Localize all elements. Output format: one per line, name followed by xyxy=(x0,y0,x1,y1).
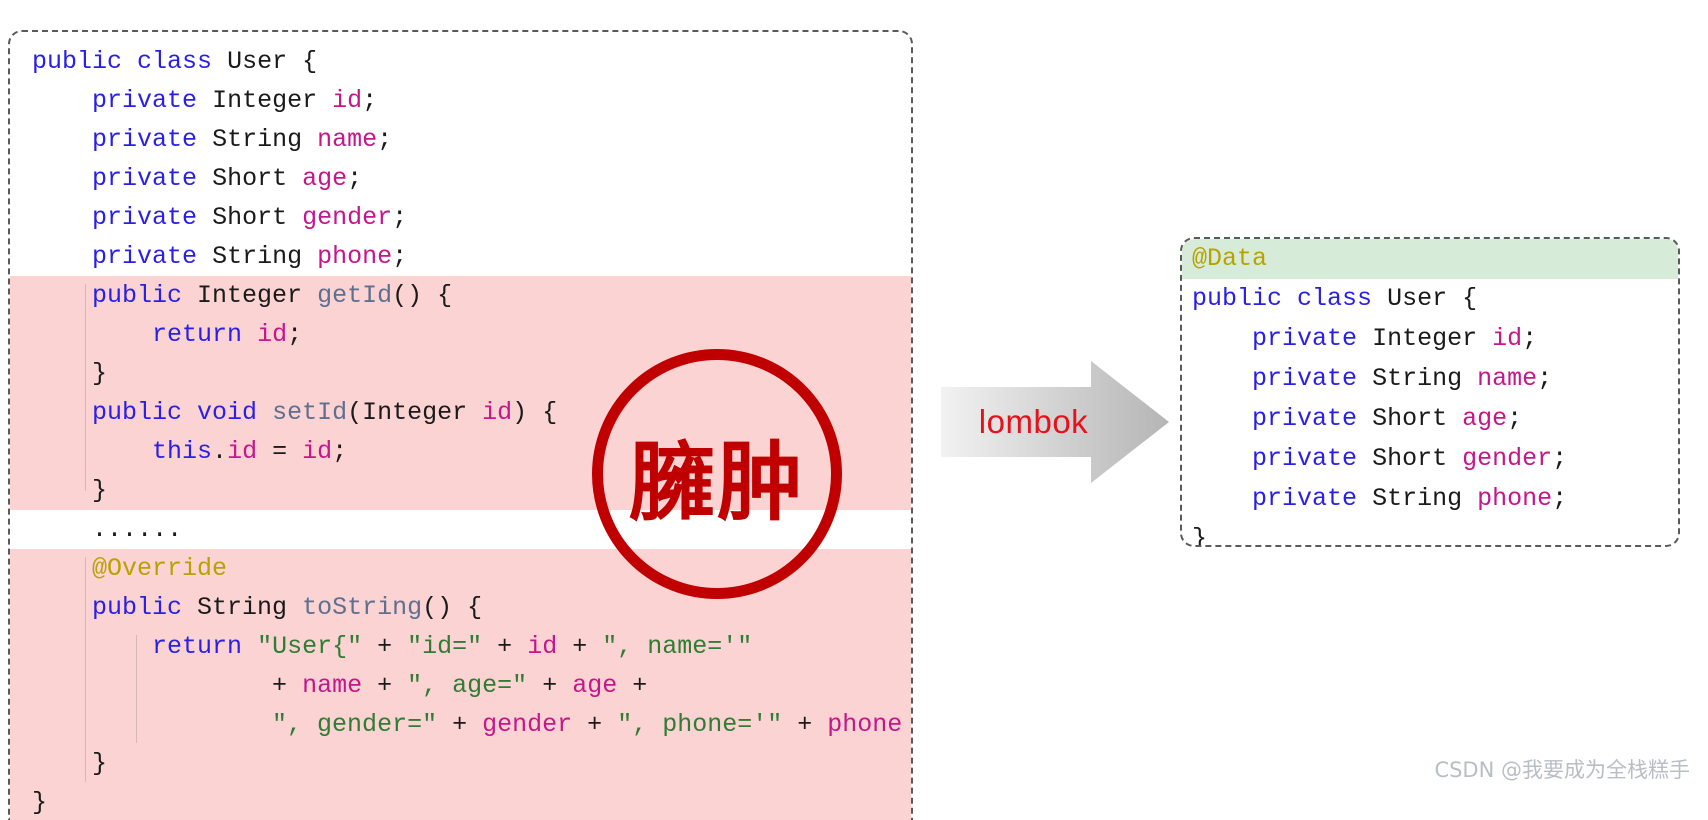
code-line: private Short gender; xyxy=(1252,444,1568,473)
code-line: private String name; xyxy=(1252,364,1553,393)
code-line: private String phone; xyxy=(92,242,408,271)
code-line: public Integer getId() { xyxy=(92,281,453,310)
lombok-code-block: @Data public class User { private Integer… xyxy=(1182,239,1678,547)
code-line: public class User { xyxy=(32,47,318,76)
code-line: private String name; xyxy=(92,125,393,154)
code-line: private Integer id; xyxy=(92,86,378,115)
code-line: ", gender=" + gender + ", phone='" + pho… xyxy=(272,710,903,739)
lombok-code-panel: @Data public class User { private Integer… xyxy=(1180,237,1680,547)
code-line: private Short age; xyxy=(1252,404,1523,433)
csdn-watermark: CSDN @我要成为全栈糕手 xyxy=(1434,758,1690,782)
code-line: + name + ", age=" + age + xyxy=(272,671,648,700)
code-line: private String phone; xyxy=(1252,484,1568,513)
code-line: } xyxy=(92,749,108,778)
code-line: } xyxy=(1192,524,1208,547)
code-line: @Data xyxy=(1192,244,1268,273)
code-line: private Short gender; xyxy=(92,203,408,232)
lombok-arrow-label: lombok xyxy=(978,403,1089,440)
code-line: private Short age; xyxy=(92,164,363,193)
code-line: public class User { xyxy=(1192,284,1478,313)
code-line: } xyxy=(32,788,48,817)
stamp-label: 臃肿 xyxy=(629,431,805,533)
code-line: return "User{" + "id=" + id + ", name='" xyxy=(152,632,753,661)
code-line: private Integer id; xyxy=(1252,324,1538,353)
